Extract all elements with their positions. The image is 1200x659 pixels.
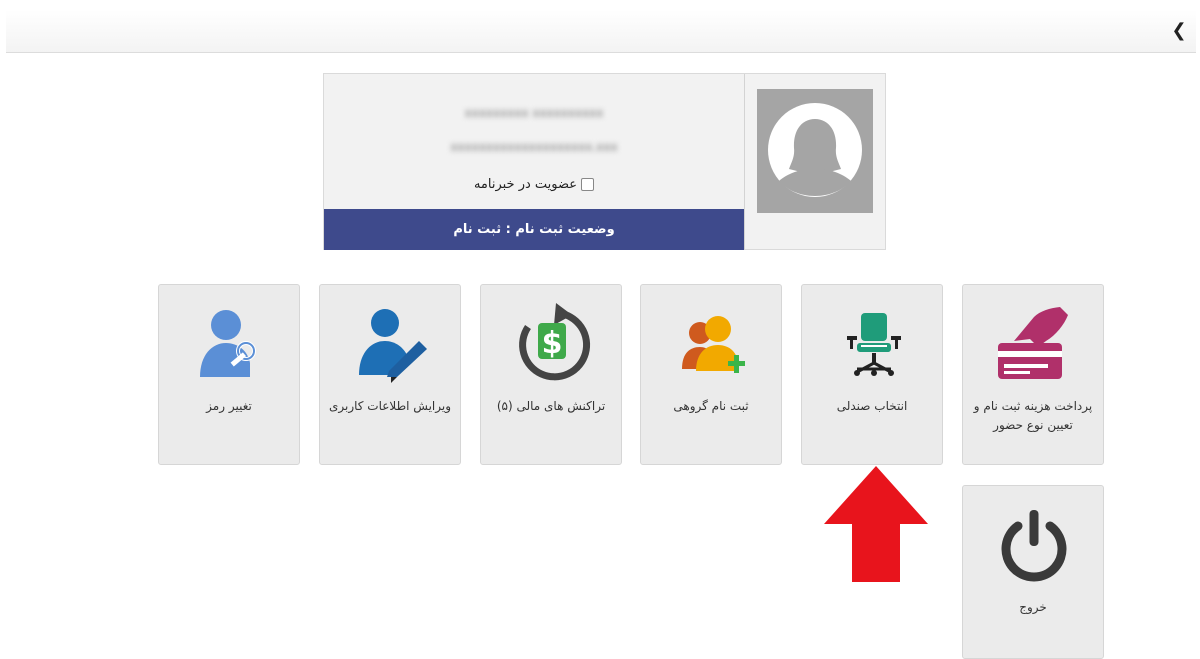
chevron-left-icon[interactable]: ❮ bbox=[1170, 22, 1188, 40]
profile-card: xxxxxxxxx xxxxxxxxxx xxxxxxxxxxxxxxxxxxx… bbox=[323, 73, 886, 250]
user-silhouette-icon bbox=[768, 103, 862, 197]
tile-seat[interactable]: انتخاب صندلی bbox=[801, 284, 943, 465]
power-icon bbox=[1001, 510, 1067, 582]
tile-logout[interactable]: خروج bbox=[962, 485, 1104, 659]
tile-logout-label: خروج bbox=[1019, 600, 1047, 614]
newsletter-label: عضویت در خبرنامه bbox=[473, 177, 578, 192]
newsletter-checkbox[interactable] bbox=[581, 178, 595, 191]
tile-group[interactable]: ثبت نام گروهی bbox=[640, 284, 782, 465]
tile-change-password[interactable]: تغییر رمز bbox=[158, 284, 300, 465]
group-add-icon bbox=[682, 316, 745, 373]
red-arrow-up-icon bbox=[824, 466, 928, 582]
payment-card-icon bbox=[998, 307, 1068, 379]
user-name: xxxxxxxxx xxxxxxxxxx bbox=[464, 106, 604, 120]
tile-seat-label: انتخاب صندلی bbox=[836, 399, 908, 413]
tile-change-password-label: تغییر رمز bbox=[206, 399, 252, 413]
tile-payment[interactable]: پرداخت هزینه ثبت نام و تعیین نوع حضور bbox=[962, 284, 1104, 465]
svg-text:$: $ bbox=[542, 326, 563, 361]
registration-status: وضعیت ثبت نام : ثبت نام bbox=[324, 209, 744, 250]
profile-info: xxxxxxxxx xxxxxxxxxx xxxxxxxxxxxxxxxxxxx… bbox=[324, 74, 744, 250]
top-bar: ❮ bbox=[6, 10, 1196, 53]
tile-transactions[interactable]: $ تراکنش های مالی (۵) bbox=[480, 284, 622, 465]
user-key-icon bbox=[200, 310, 256, 377]
chair-icon bbox=[847, 313, 901, 376]
tile-edit-profile[interactable]: ویرایش اطلاعات کاربری bbox=[319, 284, 461, 465]
dollar-refresh-icon: $ bbox=[519, 303, 591, 381]
user-edit-icon bbox=[359, 309, 427, 383]
tile-edit-profile-label: ویرایش اطلاعات کاربری bbox=[328, 399, 452, 413]
user-email: xxxxxxxxxxxxxxxxxxxx.xxx bbox=[450, 140, 618, 154]
newsletter-option[interactable]: عضویت در خبرنامه bbox=[324, 177, 744, 192]
avatar bbox=[757, 89, 873, 213]
divider bbox=[744, 74, 745, 250]
tile-transactions-label: تراکنش های مالی (۵) bbox=[496, 399, 606, 413]
tile-payment-label: پرداخت هزینه ثبت نام و تعیین نوع حضور bbox=[973, 399, 1093, 432]
tile-group-label: ثبت نام گروهی bbox=[673, 399, 749, 413]
